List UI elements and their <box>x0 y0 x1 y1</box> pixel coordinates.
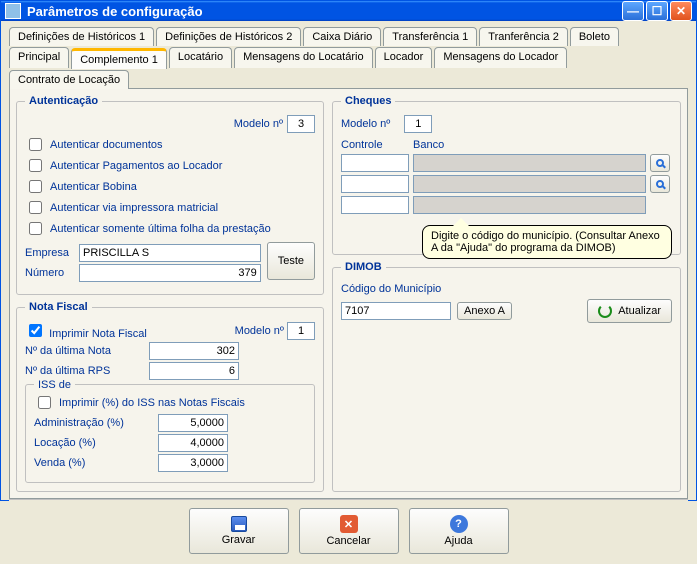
controle-input-3[interactable] <box>341 196 409 214</box>
iss-legend: ISS de <box>34 379 75 391</box>
titlebar: Parâmetros de configuração — ☐ ✕ <box>1 1 696 21</box>
tab-contrato[interactable]: Contrato de Locação <box>9 70 129 89</box>
banco-display-1 <box>413 154 646 172</box>
footer-buttons: Gravar ✕ Cancelar ? Ajuda <box>9 499 688 564</box>
lbl-auth-matricial: Autenticar via impressora matricial <box>50 202 218 214</box>
empresa-label: Empresa <box>25 247 75 259</box>
tab-complemento1[interactable]: Complemento 1 <box>71 48 167 69</box>
teste-button[interactable]: Teste <box>267 242 315 280</box>
chk-auth-pag[interactable] <box>29 159 42 172</box>
codigo-municipio-input[interactable] <box>341 302 451 320</box>
auth-modelo-input[interactable] <box>287 115 315 133</box>
controle-header: Controle <box>341 139 409 151</box>
cheques-modelo-input[interactable] <box>404 115 432 133</box>
minimize-button[interactable]: — <box>622 1 644 21</box>
maximize-button[interactable]: ☐ <box>646 1 668 21</box>
cancelar-button[interactable]: ✕ Cancelar <box>299 508 399 554</box>
window-title: Parâmetros de configuração <box>27 4 620 19</box>
banco-display-3 <box>413 196 646 214</box>
ultima-nota-label: Nº da última Nota <box>25 345 145 357</box>
tab-row-1: Definições de Históricos 1 Definições de… <box>9 27 688 46</box>
tab-row-2: Principal Complemento 1 Locatário Mensag… <box>9 45 688 89</box>
dimob-legend: DIMOB <box>341 261 386 273</box>
tab-msg-locador[interactable]: Mensagens do Locador <box>434 47 567 68</box>
chk-auth-bobina[interactable] <box>29 180 42 193</box>
chk-imprimir-nf[interactable] <box>29 324 42 337</box>
ven-label: Venda (%) <box>34 457 154 469</box>
autenticacao-legend: Autenticação <box>25 95 102 107</box>
help-icon: ? <box>450 515 468 533</box>
tab-locatario[interactable]: Locatário <box>169 47 232 68</box>
search-icon <box>656 159 664 167</box>
loc-input[interactable] <box>158 434 228 452</box>
ultima-nota-input[interactable] <box>149 342 239 360</box>
chk-auth-ultima[interactable] <box>29 222 42 235</box>
refresh-icon <box>598 304 612 318</box>
save-icon <box>231 516 247 532</box>
chk-auth-doc[interactable] <box>29 138 42 151</box>
codigo-municipio-label: Código do Município <box>341 283 672 295</box>
empresa-input[interactable] <box>79 244 261 262</box>
autenticacao-group: Autenticação Modelo nº Autenticar docume… <box>16 95 324 295</box>
tab-caixa-diario[interactable]: Caixa Diário <box>303 27 381 46</box>
gravar-label: Gravar <box>222 534 256 546</box>
lbl-auth-ultima: Autenticar somente última folha da prest… <box>50 223 271 235</box>
gravar-button[interactable]: Gravar <box>189 508 289 554</box>
tab-panel: Autenticação Modelo nº Autenticar docume… <box>9 88 688 499</box>
right-column: Cheques Modelo nº Controle Banco <box>332 95 681 492</box>
chk-iss-imprimir[interactable] <box>38 396 51 409</box>
lbl-auth-doc: Autenticar documentos <box>50 139 163 151</box>
nf-modelo-label: Modelo nº <box>235 325 284 337</box>
nota-fiscal-group: Nota Fiscal Imprimir Nota Fiscal Modelo … <box>16 301 324 492</box>
ajuda-button[interactable]: ? Ajuda <box>409 508 509 554</box>
auth-modelo-label: Modelo nº <box>234 118 283 130</box>
atualizar-button[interactable]: Atualizar <box>587 299 672 323</box>
cheques-modelo-label: Modelo nº <box>341 118 390 130</box>
tab-principal[interactable]: Principal <box>9 47 69 68</box>
lookup-button-1[interactable] <box>650 154 670 172</box>
loc-label: Locação (%) <box>34 437 154 449</box>
left-column: Autenticação Modelo nº Autenticar docume… <box>16 95 324 492</box>
controle-input-2[interactable] <box>341 175 409 193</box>
tab-historicos2[interactable]: Definições de Históricos 2 <box>156 27 301 46</box>
cancel-icon: ✕ <box>340 515 358 533</box>
chk-auth-matricial[interactable] <box>29 201 42 214</box>
content-area: Definições de Históricos 1 Definições de… <box>1 21 696 564</box>
banco-header: Banco <box>413 139 646 151</box>
tab-msg-locatario[interactable]: Mensagens do Locatário <box>234 47 372 68</box>
cancelar-label: Cancelar <box>326 535 370 547</box>
anexo-a-button[interactable]: Anexo A <box>457 302 512 320</box>
lbl-imprimir-nf: Imprimir Nota Fiscal <box>49 328 147 340</box>
nf-legend: Nota Fiscal <box>25 301 92 313</box>
banco-display-2 <box>413 175 646 193</box>
ultima-rps-input[interactable] <box>149 362 239 380</box>
lbl-auth-bobina: Autenticar Bobina <box>50 181 137 193</box>
numero-input[interactable] <box>79 264 261 282</box>
tab-transferencia2[interactable]: Tranferência 2 <box>479 27 568 46</box>
search-icon <box>656 180 664 188</box>
adm-label: Administração (%) <box>34 417 154 429</box>
tab-boleto[interactable]: Boleto <box>570 27 619 46</box>
tab-locador[interactable]: Locador <box>375 47 433 68</box>
help-tooltip: Digite o código do município. (Consultar… <box>422 225 672 259</box>
nf-modelo-input[interactable] <box>287 322 315 340</box>
adm-input[interactable] <box>158 414 228 432</box>
ajuda-label: Ajuda <box>444 535 472 547</box>
tab-transferencia1[interactable]: Transferência 1 <box>383 27 477 46</box>
lookup-button-2[interactable] <box>650 175 670 193</box>
dimob-group: DIMOB Código do Município Anexo A Atuali… <box>332 261 681 492</box>
app-icon <box>5 3 21 19</box>
close-button[interactable]: ✕ <box>670 1 692 21</box>
config-window: Parâmetros de configuração — ☐ ✕ Definiç… <box>0 0 697 501</box>
lbl-iss-imprimir: Imprimir (%) do ISS nas Notas Fiscais <box>59 397 245 409</box>
controle-input-1[interactable] <box>341 154 409 172</box>
lbl-auth-pag: Autenticar Pagamentos ao Locador <box>50 160 222 172</box>
ultima-rps-label: Nº da última RPS <box>25 365 145 377</box>
numero-label: Número <box>25 267 75 279</box>
cheques-legend: Cheques <box>341 95 395 107</box>
iss-group: ISS de Imprimir (%) do ISS nas Notas Fis… <box>25 384 315 483</box>
tab-historicos1[interactable]: Definições de Históricos 1 <box>9 27 154 46</box>
ven-input[interactable] <box>158 454 228 472</box>
atualizar-label: Atualizar <box>618 305 661 317</box>
